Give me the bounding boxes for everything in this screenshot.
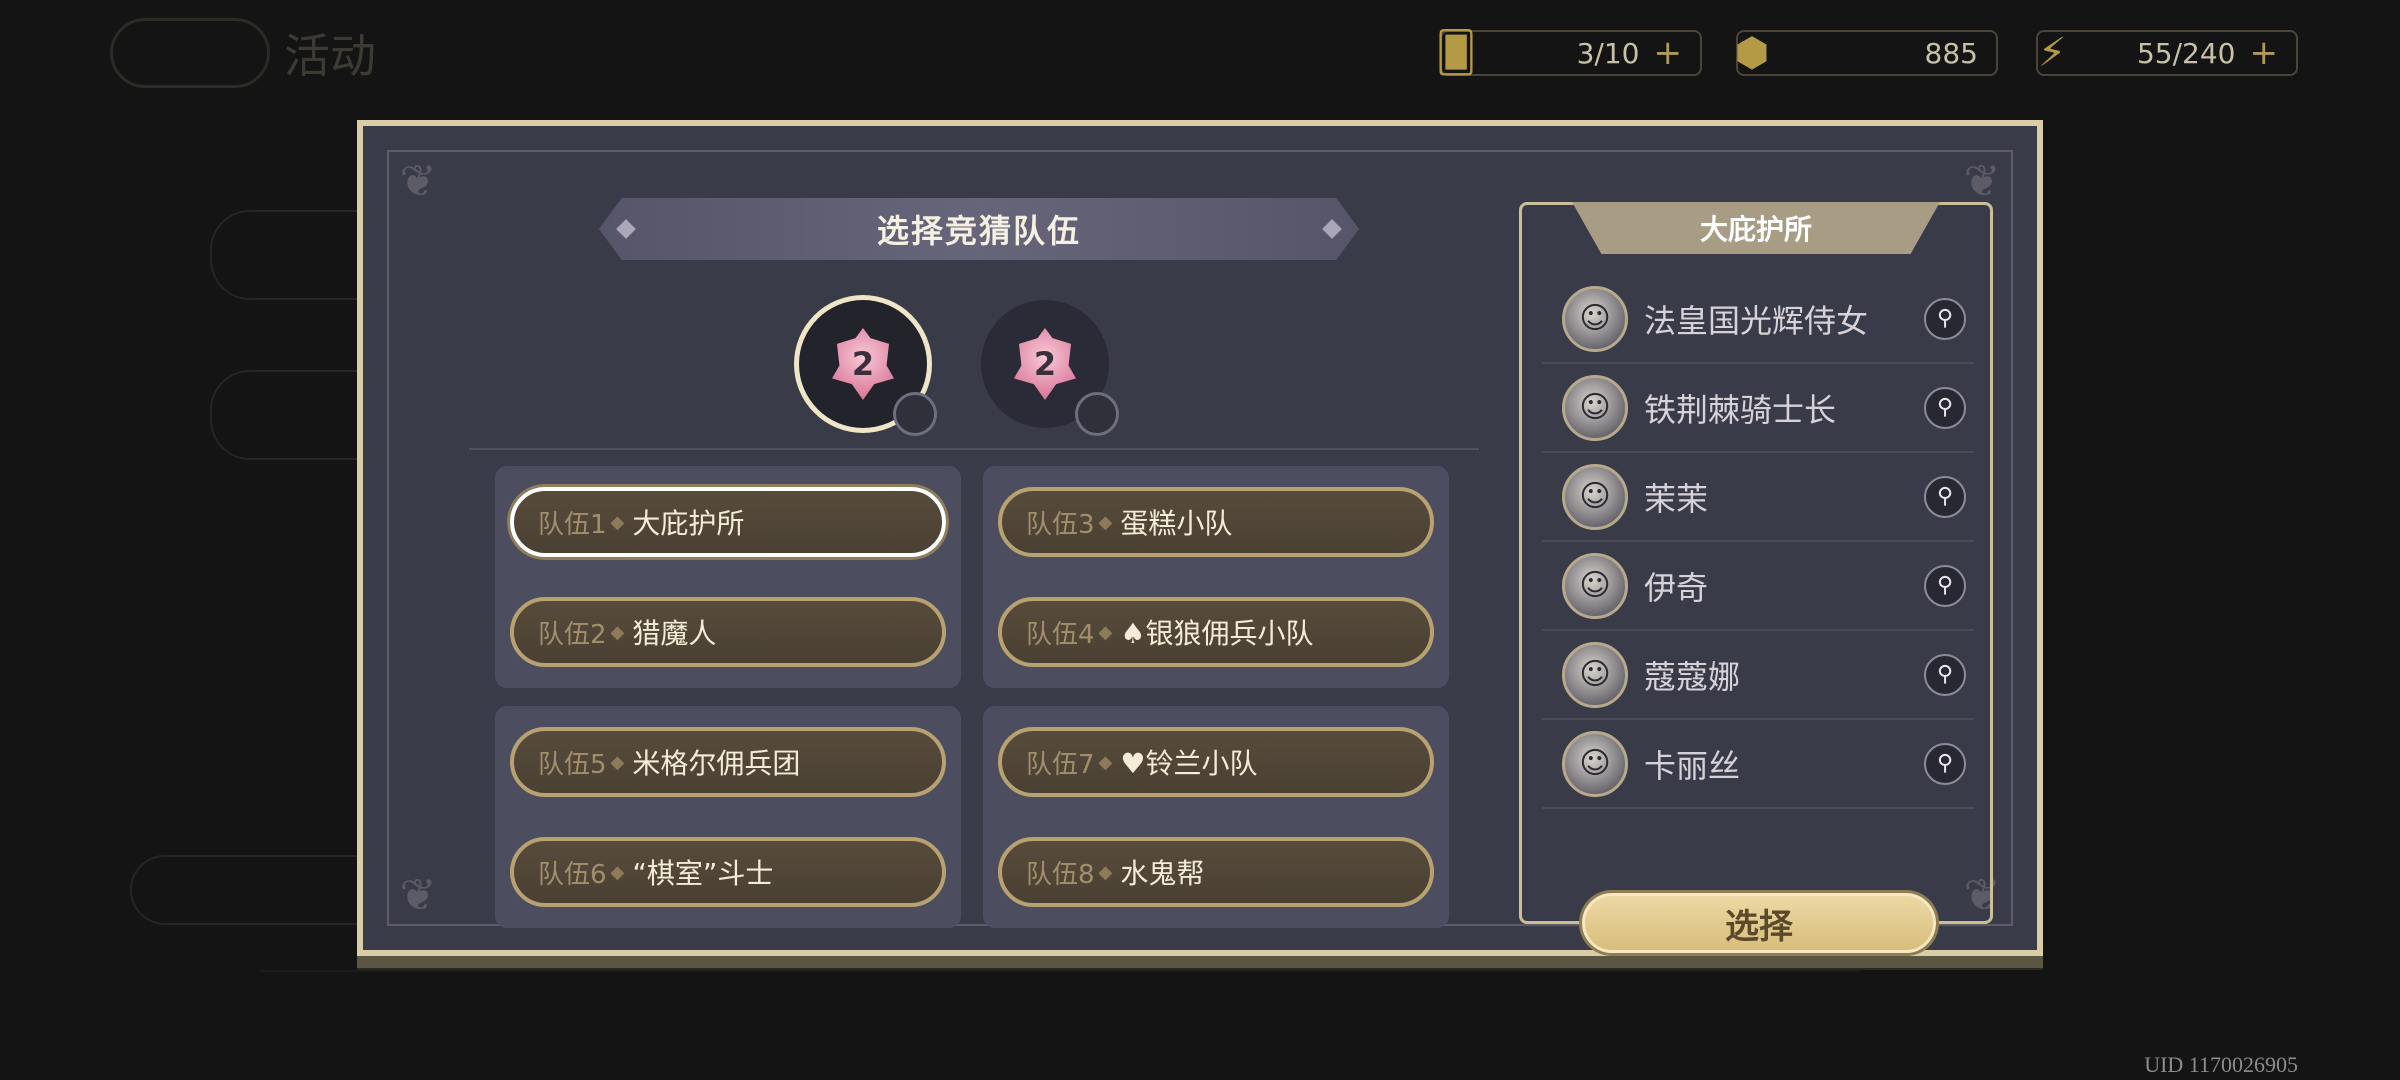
coin-icon: ⬢ xyxy=(1734,30,1770,76)
avatar: ☺ xyxy=(1562,285,1628,352)
team-button-1[interactable]: 队伍1 ◆ 大庇护所 xyxy=(510,487,946,557)
user-id: UID 1170026905 xyxy=(2144,1052,2298,1077)
search-icon[interactable]: ⚲ xyxy=(1924,386,1966,429)
corner-ornament-icon: ❦ xyxy=(399,869,437,921)
add-stamina-button[interactable]: + xyxy=(2250,33,2279,73)
dialog-title: 选择竞猜队伍 xyxy=(876,212,1081,250)
lightning-icon: ⚡ xyxy=(2037,30,2067,76)
team-button-4[interactable]: 队伍4 ◆ ♠银狼佣兵小队 xyxy=(998,597,1434,667)
search-icon[interactable]: ⚲ xyxy=(1924,297,1966,340)
member-row: ☺ 法皇国光辉侍女 ⚲ xyxy=(1542,275,1974,364)
avatar: ☺ xyxy=(1562,552,1628,619)
search-icon[interactable]: ⚲ xyxy=(1924,742,1966,785)
team-button-3[interactable]: 队伍3 ◆ 蛋糕小队 xyxy=(998,487,1434,557)
team-name: ♠银狼佣兵小队 xyxy=(1120,617,1314,650)
back-button-ring xyxy=(110,18,270,88)
search-icon[interactable]: ⚲ xyxy=(1924,564,1966,607)
member-name: 铁荆棘骑士长 xyxy=(1644,390,1837,429)
arrow-icon: ◆ xyxy=(1098,751,1113,773)
crest-icon: 2 xyxy=(832,328,894,400)
team-name: 蛋糕小队 xyxy=(1120,507,1233,540)
team-number: 队伍4 xyxy=(1026,619,1095,650)
arrow-icon: ◆ xyxy=(1098,621,1113,643)
member-row: ☺ 蔻蔻娜 ⚲ xyxy=(1542,631,1974,720)
search-icon[interactable]: ⚲ xyxy=(1924,475,1966,518)
search-icon[interactable]: ⚲ xyxy=(1924,653,1966,696)
select-button[interactable]: 选择 xyxy=(1582,893,1936,953)
team-button-5[interactable]: 队伍5 ◆ 米格尔佣兵团 xyxy=(510,727,946,797)
section-divider xyxy=(469,448,1479,450)
avatar: ☺ xyxy=(1562,730,1628,797)
resource-coin-value: 885 xyxy=(1924,36,1978,70)
team-number: 队伍3 xyxy=(1026,509,1095,540)
team-button-6[interactable]: 队伍6 ◆ “棋室”斗士 xyxy=(510,837,946,907)
arrow-icon: ◆ xyxy=(1098,511,1113,533)
team-number: 队伍6 xyxy=(538,859,607,890)
resource-coin: ⬢ 885 xyxy=(1735,30,1998,76)
avatar: ☺ xyxy=(1562,374,1628,441)
banner-diamond-icon xyxy=(1322,219,1342,239)
team-number: 队伍2 xyxy=(538,619,607,650)
background-title-text: 活动 xyxy=(284,29,376,83)
arrow-icon: ◆ xyxy=(610,861,625,883)
team-select-dialog: ❦ ❦ ❦ ❦ 选择竞猜队伍 2 2 队伍1 ◆ 大庇护所 队伍2 ◆ 猎魔人 … xyxy=(357,120,2043,956)
dialog-inner-frame: ❦ ❦ ❦ ❦ 选择竞猜队伍 2 2 队伍1 ◆ 大庇护所 队伍2 ◆ 猎魔人 … xyxy=(387,150,2013,953)
corner-ornament-icon: ❦ xyxy=(1963,155,2001,207)
background-title: 活动 xyxy=(110,18,376,88)
arrow-icon: ◆ xyxy=(610,511,625,533)
member-name: 卡丽丝 xyxy=(1644,746,1741,785)
resource-stamina: ⚡ 55/240 + xyxy=(2036,30,2298,76)
team-name: ♥铃兰小队 xyxy=(1120,747,1258,780)
team-emblem-selected[interactable]: 2 xyxy=(799,300,937,436)
avatar: ☺ xyxy=(1562,641,1628,708)
team-number: 队伍7 xyxy=(1026,749,1095,780)
team-group-1: 队伍1 ◆ 大庇护所 队伍2 ◆ 猎魔人 xyxy=(495,466,961,688)
arrow-icon: ◆ xyxy=(610,751,625,773)
member-name: 法皇国光辉侍女 xyxy=(1644,301,1869,340)
team-detail-panel: 大庇护所 ☺ 法皇国光辉侍女 ⚲ ☺ 铁荆棘骑士长 ⚲ ☺ 茉茉 ⚲ ☺ 伊奇 … xyxy=(1519,202,1993,953)
team-name: 猎魔人 xyxy=(632,617,717,650)
team-name: 水鬼帮 xyxy=(1120,857,1205,890)
team-button-2[interactable]: 队伍2 ◆ 猎魔人 xyxy=(510,597,946,667)
avatar: ☺ xyxy=(1562,463,1628,530)
resource-ticket-value: 3/10 xyxy=(1576,36,1640,70)
team-name: 米格尔佣兵团 xyxy=(632,747,801,780)
member-row: ☺ 伊奇 ⚲ xyxy=(1542,542,1974,631)
team-button-7[interactable]: 队伍7 ◆ ♥铃兰小队 xyxy=(998,727,1434,797)
arrow-icon: ◆ xyxy=(1098,861,1113,883)
background-bottom-bar xyxy=(260,970,1860,1060)
resource-ticket: 🂠 3/10 + xyxy=(1436,30,1702,76)
member-name: 蔻蔻娜 xyxy=(1644,657,1741,696)
banner-diamond-icon xyxy=(616,219,636,239)
team-button-8[interactable]: 队伍8 ◆ 水鬼帮 xyxy=(998,837,1434,907)
team-number: 队伍8 xyxy=(1026,859,1095,890)
add-ticket-button[interactable]: + xyxy=(1654,33,1683,73)
arrow-icon: ◆ xyxy=(610,621,625,643)
team-number: 队伍1 xyxy=(538,509,607,540)
emblem-check-indicator xyxy=(893,392,937,436)
team-name: 大庇护所 xyxy=(632,507,745,540)
member-name: 茉茉 xyxy=(1644,479,1709,518)
detail-header: 大庇护所 xyxy=(1572,202,1940,254)
corner-ornament-icon: ❦ xyxy=(399,155,437,207)
ticket-icon: 🂠 xyxy=(1435,30,1477,76)
member-row: ☺ 铁荆棘骑士长 ⚲ xyxy=(1542,364,1974,453)
dialog-title-banner: 选择竞猜队伍 xyxy=(599,198,1359,260)
team-name: “棋室”斗士 xyxy=(632,857,774,890)
resource-stamina-value: 55/240 xyxy=(2136,36,2236,70)
member-list: ☺ 法皇国光辉侍女 ⚲ ☺ 铁荆棘骑士长 ⚲ ☺ 茉茉 ⚲ ☺ 伊奇 ⚲ ☺ 蔻… xyxy=(1542,275,1974,809)
team-group-2: 队伍3 ◆ 蛋糕小队 队伍4 ◆ ♠银狼佣兵小队 xyxy=(983,466,1449,688)
team-group-3: 队伍5 ◆ 米格尔佣兵团 队伍6 ◆ “棋室”斗士 xyxy=(495,706,961,928)
background-pill xyxy=(130,855,390,925)
member-name: 伊奇 xyxy=(1644,568,1709,607)
member-row: ☺ 卡丽丝 ⚲ xyxy=(1542,720,1974,809)
member-row: ☺ 茉茉 ⚲ xyxy=(1542,453,1974,542)
team-group-4: 队伍7 ◆ ♥铃兰小队 队伍8 ◆ 水鬼帮 xyxy=(983,706,1449,928)
team-number: 队伍5 xyxy=(538,749,607,780)
crest-icon: 2 xyxy=(1014,328,1076,400)
emblem-check-indicator xyxy=(1075,392,1119,436)
team-emblem[interactable]: 2 xyxy=(981,300,1119,436)
